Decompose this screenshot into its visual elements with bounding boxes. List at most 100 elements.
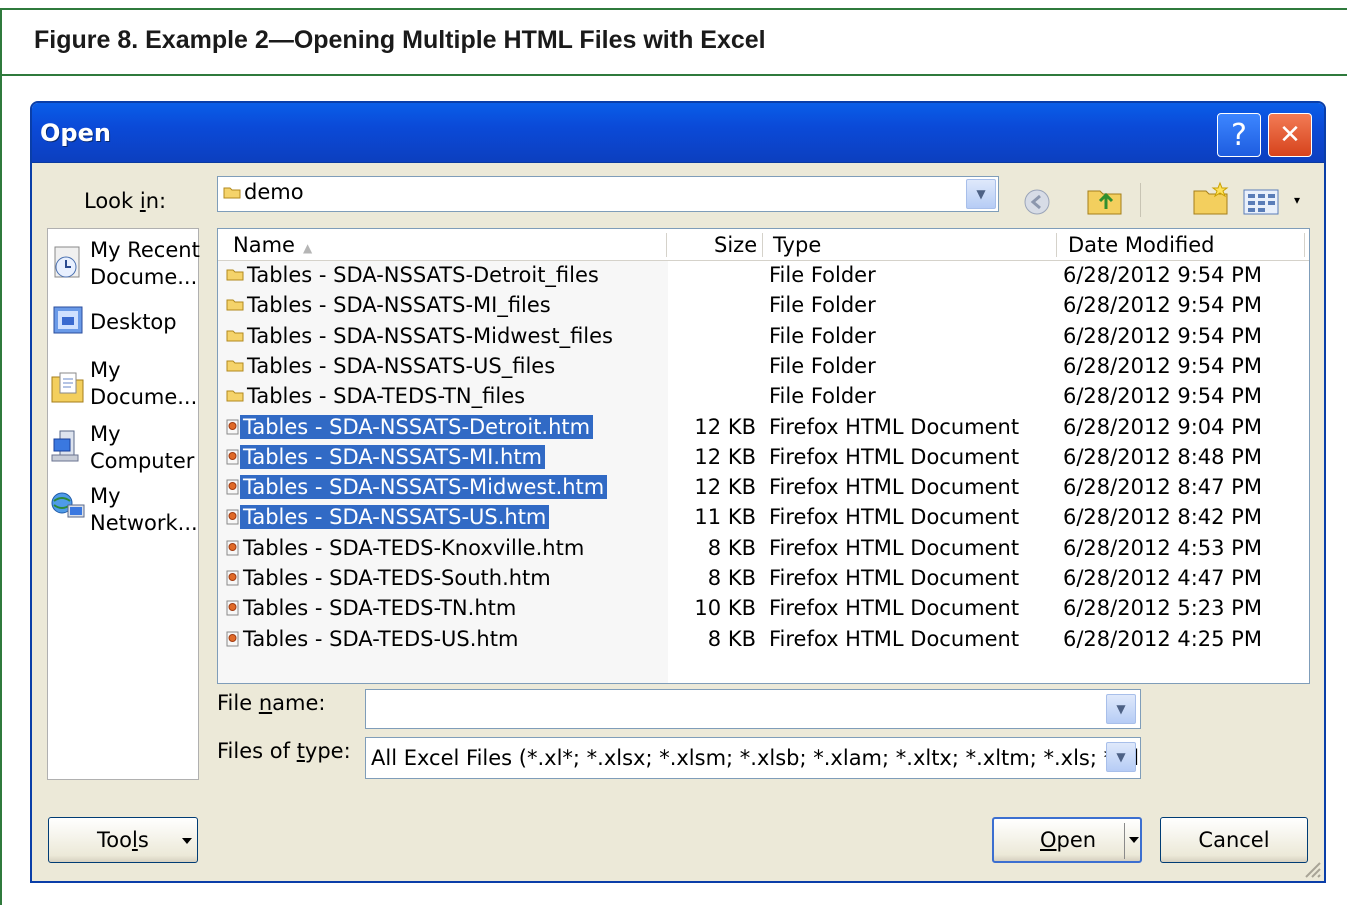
column-separator[interactable]	[762, 233, 763, 257]
filetype-select[interactable]: All Excel Files (*.xl*; *.xlsx; *.xlsm; …	[365, 737, 1141, 779]
file-name: Tables - SDA-NSSATS-Midwest.htm	[240, 475, 608, 500]
file-type: File Folder	[769, 384, 876, 409]
file-name: Tables - SDA-NSSATS-Midwest_files	[247, 323, 613, 348]
lookin-combobox[interactable]: demo ▼	[217, 176, 999, 212]
views-icon[interactable]	[1242, 187, 1282, 217]
column-header-date-modified[interactable]: Date Modified	[1068, 233, 1214, 257]
place-desktop[interactable]: Desktop	[48, 301, 198, 361]
file-name: Tables - SDA-NSSATS-US_files	[247, 353, 556, 378]
file-name: Tables - SDA-TEDS-TN_files	[247, 384, 526, 409]
file-size: 8 KB	[707, 566, 756, 590]
file-date-modified: 6/28/2012 4:47 PM	[1063, 566, 1262, 590]
file-list[interactable]: Name ▲ Size Type Date Modified Tables - S…	[217, 228, 1310, 684]
file-name-cell: Tables - SDA-NSSATS-Midwest.htm	[226, 475, 608, 500]
place-my-computer[interactable]: My Computer	[48, 419, 198, 479]
folder-icon	[226, 390, 244, 402]
html-document-icon	[226, 631, 239, 647]
file-name-cell: Tables - SDA-TEDS-TN.htm	[226, 596, 519, 620]
back-icon[interactable]	[1020, 187, 1054, 217]
html-document-icon	[226, 419, 239, 434]
file-size: 8 KB	[707, 535, 756, 560]
cancel-button[interactable]: Cancel	[1160, 817, 1308, 863]
resize-grip-icon[interactable]	[1300, 857, 1322, 879]
close-button[interactable]: ✕	[1268, 113, 1312, 157]
figure-header: Figure 8. Example 2—Opening Multiple HTM…	[0, 8, 1347, 76]
file-type: Firefox HTML Document	[769, 596, 1020, 621]
file-name-cell: Tables - SDA-TEDS-Knoxville.htm	[226, 536, 587, 560]
new-folder-icon[interactable]	[1192, 181, 1230, 217]
help-button[interactable]: ?	[1217, 113, 1261, 157]
file-size: 10 KB	[694, 596, 756, 621]
file-size: 11 KB	[694, 505, 756, 530]
filename-dropdown-arrow[interactable]: ▼	[1106, 694, 1136, 724]
column-separator[interactable]	[1056, 233, 1057, 257]
file-row[interactable]: Tables - SDA-TEDS-US.htm 8 KB Firefox HTML…	[218, 626, 1308, 656]
chevron-down-icon: ▼	[1116, 702, 1126, 716]
file-row[interactable]: Tables - SDA-TEDS-TN.htm 10 KB Firefox HTM…	[218, 595, 1308, 625]
file-row[interactable]: Tables - SDA-TEDS-Knoxville.htm 8 KB Firef…	[218, 535, 1308, 565]
dialog-titlebar[interactable]: Open ? ✕	[32, 103, 1324, 163]
file-type: Firefox HTML Document	[769, 566, 1020, 590]
folder-icon	[226, 330, 244, 342]
filetype-label: Files of type:	[217, 739, 351, 763]
filename-input[interactable]: ▼	[365, 689, 1141, 729]
file-name-cell: Tables - SDA-NSSATS-US.htm	[226, 505, 550, 530]
place-my-documents[interactable]: My Docume...	[48, 357, 198, 417]
file-row[interactable]: Tables - SDA-NSSATS-Midwest.htm 12 KB Fire…	[218, 474, 1308, 504]
file-type: Firefox HTML Document	[769, 475, 1020, 500]
file-date-modified: 6/28/2012 8:47 PM	[1063, 475, 1262, 500]
place-recent-documents[interactable]: My Recent Docume...	[48, 235, 200, 295]
html-document-icon	[226, 600, 239, 616]
file-date-modified: 6/28/2012 9:54 PM	[1063, 353, 1262, 378]
my-documents-icon	[51, 372, 84, 403]
places-bar: My Recent Docume... Desktop My Docume...…	[47, 228, 200, 780]
open-button[interactable]: Open	[992, 817, 1142, 863]
desktop-icon	[53, 306, 83, 334]
close-icon: ✕	[1279, 120, 1301, 150]
file-row[interactable]: Tables - SDA-NSSATS-US_files File Folder 6…	[218, 353, 1308, 383]
html-document-icon	[226, 449, 239, 465]
file-name: Tables - SDA-TEDS-US.htm	[243, 626, 519, 651]
open-split-divider	[1124, 823, 1125, 859]
file-date-modified: 6/28/2012 9:54 PM	[1063, 263, 1262, 287]
file-name-cell: Tables - SDA-NSSATS-Detroit_files	[226, 263, 602, 287]
file-name-cell: Tables - SDA-NSSATS-US_files	[226, 354, 558, 378]
lookin-value: demo	[244, 180, 304, 204]
file-row[interactable]: Tables - SDA-TEDS-South.htm 8 KB Firefox H…	[218, 565, 1308, 595]
file-name-cell: Tables - SDA-NSSATS-Detroit.htm	[226, 414, 594, 439]
filetype-dropdown-arrow[interactable]: ▼	[1106, 742, 1136, 772]
file-size: 12 KB	[694, 475, 756, 500]
file-type: Firefox HTML Document	[769, 626, 1020, 651]
file-row[interactable]: Tables - SDA-NSSATS-Midwest_files File Fo…	[218, 323, 1308, 353]
lookin-dropdown-arrow[interactable]: ▼	[966, 179, 996, 209]
column-header-size[interactable]: Size	[714, 233, 757, 257]
html-document-icon	[226, 570, 239, 586]
file-row[interactable]: Tables - SDA-NSSATS-MI_files File Folder 6…	[218, 292, 1308, 322]
column-header-name[interactable]: Name ▲	[233, 233, 312, 257]
open-label: Open	[1040, 828, 1097, 852]
file-type: Firefox HTML Document	[769, 414, 1020, 439]
filename-label: File name:	[217, 691, 326, 715]
file-name: Tables - SDA-TEDS-Knoxville.htm	[243, 535, 585, 560]
file-type: File Folder	[769, 263, 876, 287]
tools-button[interactable]: Tools	[48, 817, 198, 863]
toolbar-separator	[1140, 183, 1141, 217]
file-row[interactable]: Tables - SDA-NSSATS-MI.htm 12 KB Firefox H…	[218, 444, 1308, 474]
file-date-modified: 6/28/2012 4:25 PM	[1063, 626, 1262, 651]
column-separator[interactable]	[1304, 233, 1305, 257]
file-row[interactable]: Tables - SDA-NSSATS-Detroit.htm 12 KB Fire…	[218, 414, 1308, 444]
column-header-type[interactable]: Type	[773, 233, 821, 257]
file-date-modified: 6/28/2012 9:54 PM	[1063, 293, 1262, 318]
file-row[interactable]: Tables - SDA-TEDS-TN_files File Folder 6/2…	[218, 383, 1308, 413]
place-my-network[interactable]: My Network...	[48, 481, 198, 541]
file-row[interactable]: Tables - SDA-NSSATS-Detroit_files File Fo…	[218, 262, 1308, 292]
html-document-icon	[226, 509, 239, 525]
views-dropdown-arrow[interactable]: ▾	[1294, 193, 1300, 207]
open-dropdown-icon[interactable]	[1129, 837, 1139, 843]
html-document-icon	[226, 540, 239, 556]
tools-label: Tools	[97, 828, 149, 852]
html-document-icon	[226, 479, 239, 495]
file-row[interactable]: Tables - SDA-NSSATS-US.htm 11 KB Firefox H…	[218, 504, 1308, 534]
up-one-level-icon[interactable]	[1086, 183, 1124, 217]
column-separator[interactable]	[666, 233, 667, 257]
